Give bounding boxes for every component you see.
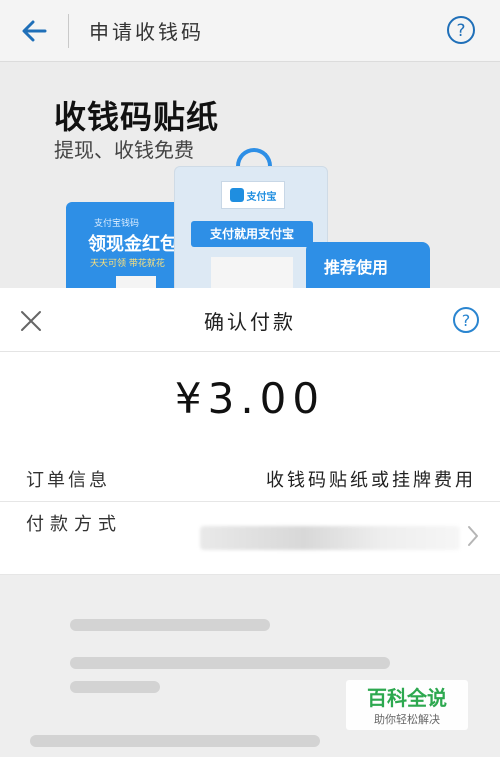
svg-text:?: ? [456,21,465,41]
payment-amount: ¥3.00 [174,374,326,423]
help-button[interactable]: ? [446,15,476,49]
sticker-tiny-text: 天天可领 带花就花 [90,259,165,269]
question-circle-icon: ? [453,307,479,333]
blurred-text-line [70,657,390,669]
confirm-payment-sheet: 确认付款 ? ¥3.00 订单信息 收钱码贴纸或挂牌费用 付款方式 [0,288,500,575]
svg-text:?: ? [462,311,471,330]
arrow-left-icon [22,20,47,41]
blurred-text-line [70,681,160,693]
chevron-right-icon [468,526,478,546]
app-bar: 申请收钱码 ? [0,0,500,62]
qr-code-placeholder [116,276,156,288]
order-info-value: 收钱码贴纸或挂牌费用 [266,470,476,491]
order-info-row: 订单信息 收钱码贴纸或挂牌费用 [0,452,500,502]
recommend-text: 推荐使用 [324,258,389,277]
payment-method-value-blurred [200,526,460,550]
promo-banner: 收钱码贴纸 提现、收钱免费 支付宝钱码 领现金红包 天天可领 带花就花 支付宝 … [0,62,500,288]
payment-method-label: 付款方式 [26,514,122,535]
help-button[interactable]: ? [452,306,480,338]
alipay-logo-mark [229,188,244,202]
page-title: 申请收钱码 [89,20,204,44]
back-button[interactable] [0,0,68,62]
sticker-small-text: 支付宝钱码 [94,219,140,229]
watermark: 百科全说 助你轻松解决 [346,680,468,730]
sticker-big-text: 领现金红包 [88,234,178,255]
promo-title: 收钱码贴纸 [54,98,220,136]
sheet-title: 确认付款 [204,310,296,334]
sticker-preview-left: 支付宝钱码 领现金红包 天天可领 带花就花 [66,202,186,288]
sheet-header: 确认付款 ? [0,288,500,352]
blurred-text-line [70,619,270,631]
divider [68,13,69,48]
payment-method-row[interactable]: 付款方式 [0,502,500,575]
alipay-logo: 支付宝 [221,181,285,209]
alipay-logo-text: 支付宝 [246,191,277,203]
sticker-preview-right: 推荐使用 [306,242,430,288]
promo-subtitle: 提现、收钱免费 [54,138,194,162]
hanging-card-preview: 支付宝 支付就用支付宝 [174,166,328,288]
card-band-text: 支付就用支付宝 [209,227,294,241]
qr-code-placeholder [211,257,293,288]
blurred-text-line [30,735,320,747]
watermark-main: 百科全说 [367,686,447,710]
question-circle-icon: ? [447,16,475,44]
watermark-sub: 助你轻松解决 [374,713,440,726]
order-info-label: 订单信息 [26,470,110,491]
